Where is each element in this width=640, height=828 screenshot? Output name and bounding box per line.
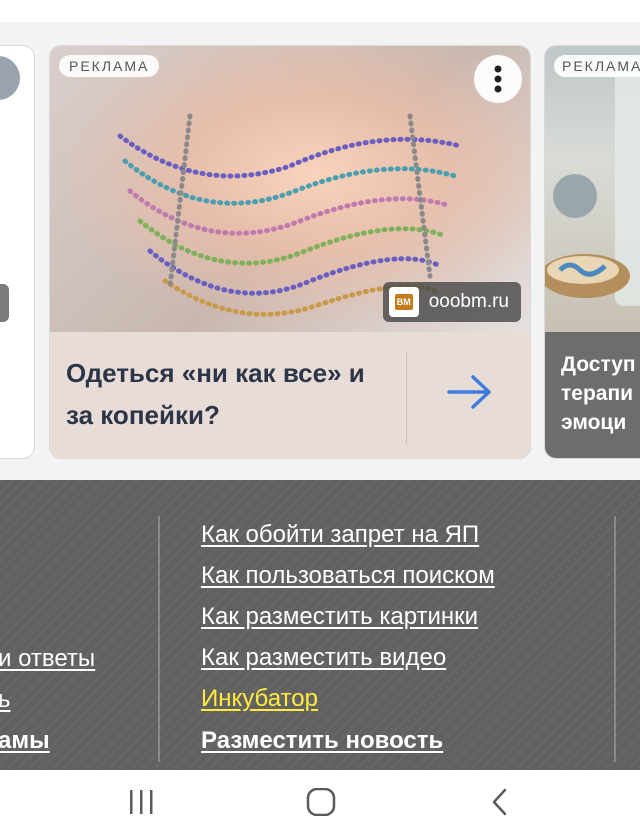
arrow-right-icon[interactable]: [445, 372, 495, 412]
more-options-icon[interactable]: [0, 56, 20, 100]
ad-card-main[interactable]: РЕКЛАМА BM ooobm.ru Одеться «ни как все»…: [49, 45, 531, 459]
ad-card-right[interactable]: РЕКЛАМА Доступ терапи эмоци: [544, 45, 640, 459]
ad-domain-badge[interactable]: BM ooobm.ru: [382, 282, 521, 322]
site-footer: и ответы ь амы Как обойти запрет на ЯП К…: [0, 480, 640, 770]
footer-link-post-images[interactable]: Как разместить картинки: [201, 603, 478, 631]
ad-image-jewelry[interactable]: РЕКЛАМА BM ooobm.ru: [50, 46, 530, 332]
footer-link-incubator[interactable]: Инкубатор: [201, 685, 318, 713]
ad-domain-text: ooobm.ru: [428, 291, 509, 312]
vertical-dots-icon: [494, 65, 502, 93]
ad-label-right: РЕКЛАМА: [554, 55, 640, 77]
home-icon[interactable]: [301, 788, 341, 816]
recent-apps-icon[interactable]: [122, 788, 162, 816]
more-options-button[interactable]: [474, 55, 522, 103]
ad-title[interactable]: Одеться «ни как все» и за копейки?: [66, 352, 386, 436]
ad-title-right-line: Доступ: [561, 353, 636, 376]
footer-link-how-to-search[interactable]: Как пользоваться поиском: [201, 562, 495, 590]
footer-link-post-news[interactable]: Разместить новость: [201, 727, 443, 755]
footer-link-faq[interactable]: и ответы: [0, 645, 95, 673]
ad-caption[interactable]: Одеться «ни как все» и за копейки?: [50, 332, 530, 458]
ad-title-right-line: терапи: [561, 382, 634, 405]
advertiser-logo-text: BM: [394, 294, 413, 310]
footer-link-post-video[interactable]: Как разместить видео: [201, 644, 446, 672]
android-nav-bar: [0, 770, 640, 828]
footer-link-partial[interactable]: ь: [0, 686, 11, 714]
ad-domain-left: ru: [0, 284, 9, 322]
footer-link-ads[interactable]: амы: [0, 727, 50, 755]
top-strip: [0, 0, 640, 22]
back-icon[interactable]: [481, 788, 521, 816]
ad-title-right-line: эмоци: [561, 411, 627, 434]
footer-link-bypass-ban[interactable]: Как обойти запрет на ЯП: [201, 521, 479, 549]
ad-label: РЕКЛАМА: [59, 55, 160, 77]
art-supplies-illustration: [545, 66, 640, 306]
caption-divider: [406, 352, 407, 444]
ad-carousel: ru РЕКЛАМА: [0, 0, 640, 480]
advertiser-logo: BM: [388, 287, 419, 317]
footer-divider: [614, 516, 616, 762]
ad-title-right[interactable]: Доступ терапи эмоци: [561, 350, 640, 437]
ad-image-art-therapy[interactable]: РЕКЛАМА: [545, 46, 640, 332]
ad-caption-right[interactable]: Доступ терапи эмоци: [545, 332, 640, 458]
footer-divider: [158, 516, 160, 762]
ad-card-left[interactable]: ru: [0, 45, 35, 459]
